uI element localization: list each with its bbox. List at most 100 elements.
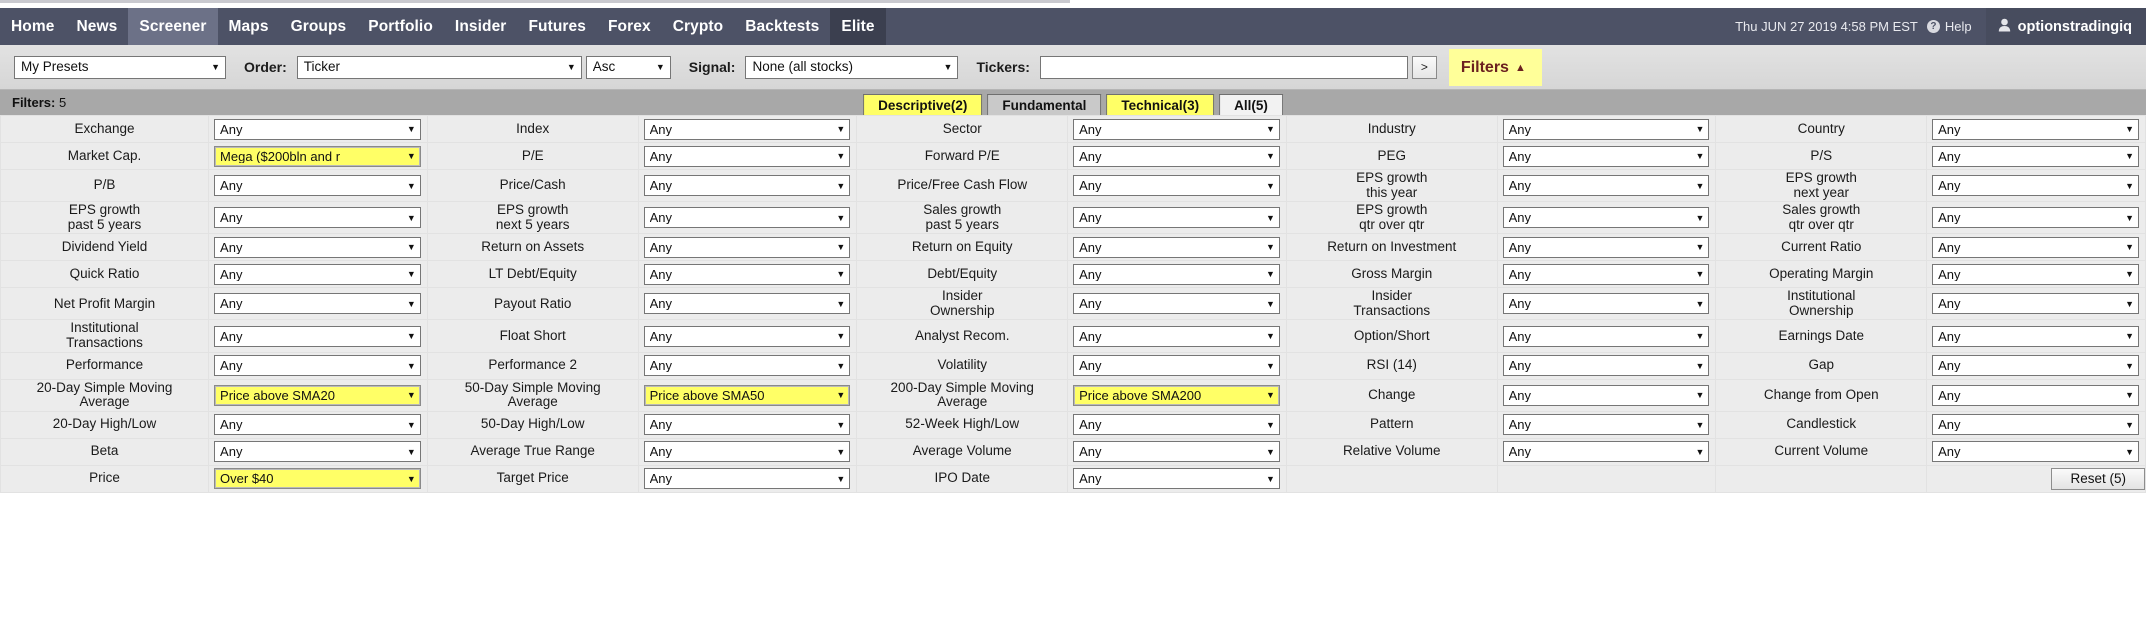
nav-item-backtests[interactable]: Backtests (734, 8, 830, 45)
filter-select[interactable]: Any ▼ (214, 236, 421, 258)
filter-select[interactable]: Any ▼ (1073, 263, 1280, 285)
filter-select[interactable]: Any ▼ (1502, 441, 1710, 463)
presets-select[interactable]: My Presets ▼ (14, 55, 226, 79)
tickers-input[interactable] (1039, 55, 1408, 79)
filter-select[interactable]: Any ▼ (643, 355, 851, 377)
filter-select[interactable]: Any ▼ (1932, 175, 2139, 197)
filter-select[interactable]: Price above SMA200 ▼ (1073, 384, 1280, 406)
filter-select[interactable]: Any ▼ (643, 207, 851, 229)
filters-toggle-button[interactable]: Filters ▲ (1448, 49, 1542, 86)
tab-fundamental[interactable]: Fundamental (987, 94, 1102, 115)
filter-select[interactable]: Any ▼ (1073, 175, 1280, 197)
filter-select[interactable]: Any ▼ (643, 118, 851, 140)
nav-item-screener[interactable]: Screener (128, 8, 218, 45)
filter-select[interactable]: Any ▼ (1502, 236, 1710, 258)
filter-select-value: Any (1938, 240, 1961, 254)
filter-select[interactable]: Any ▼ (214, 263, 421, 285)
filter-select[interactable]: Any ▼ (1502, 175, 1710, 197)
filter-select[interactable]: Any ▼ (1073, 293, 1280, 315)
filter-select[interactable]: Any ▼ (643, 325, 851, 347)
order-direction-select[interactable]: Asc ▼ (585, 55, 671, 79)
tab-descriptive[interactable]: Descriptive(2) (863, 94, 983, 115)
tab-all[interactable]: All(5) (1219, 94, 1283, 115)
chevron-down-icon: ▼ (2125, 360, 2134, 371)
filter-select[interactable]: Over $40 ▼ (214, 468, 421, 490)
filter-select[interactable]: Any ▼ (214, 355, 421, 377)
filter-label: Return on Investment (1285, 233, 1498, 262)
filter-select[interactable]: Any ▼ (1502, 207, 1710, 229)
top-strip-rest (1080, 0, 2146, 3)
reset-cell: Reset (5) (1926, 464, 2146, 493)
filter-select[interactable]: Any ▼ (1073, 355, 1280, 377)
filter-select[interactable]: Any ▼ (643, 145, 851, 167)
nav-item-groups[interactable]: Groups (280, 8, 358, 45)
signal-select[interactable]: None (all stocks) ▼ (745, 55, 959, 79)
nav-item-news[interactable]: News (65, 8, 128, 45)
order-select[interactable]: Ticker ▼ (296, 55, 582, 79)
filter-select[interactable]: Price above SMA50 ▼ (643, 384, 851, 406)
filter-select[interactable]: Any ▼ (1502, 325, 1710, 347)
filter-select[interactable]: Any ▼ (1932, 414, 2139, 436)
filter-select[interactable]: Any ▼ (1502, 355, 1710, 377)
tab-technical[interactable]: Technical(3) (1106, 94, 1215, 115)
filter-select[interactable]: Any ▼ (1932, 207, 2139, 229)
filter-select[interactable]: Any ▼ (214, 293, 421, 315)
filter-value-cell: Mega ($200bln and r ▼ (208, 142, 428, 170)
filter-label: Institutional Transactions (0, 319, 210, 353)
filter-select[interactable]: Any ▼ (643, 441, 851, 463)
filter-select[interactable]: Any ▼ (643, 293, 851, 315)
nav-item-portfolio[interactable]: Portfolio (357, 8, 444, 45)
filter-select[interactable]: Any ▼ (1073, 145, 1280, 167)
filter-select[interactable]: Any ▼ (643, 468, 851, 490)
user-account-menu[interactable]: optionstradingiq (1985, 8, 2146, 45)
filter-select[interactable]: Any ▼ (1932, 236, 2139, 258)
filter-select-value: Any (1508, 329, 1531, 343)
filter-select[interactable]: Any ▼ (1073, 325, 1280, 347)
filter-select[interactable]: Any ▼ (1502, 293, 1710, 315)
filter-select[interactable]: Any ▼ (1073, 236, 1280, 258)
nav-item-home[interactable]: Home (0, 8, 65, 45)
filter-select[interactable]: Any ▼ (643, 414, 851, 436)
filter-select[interactable]: Any ▼ (1932, 355, 2139, 377)
direction-value: Asc (592, 60, 616, 74)
filter-select[interactable]: Any ▼ (214, 118, 421, 140)
filter-select[interactable]: Any ▼ (1932, 384, 2139, 406)
help-link[interactable]: ? Help (1926, 19, 1986, 34)
nav-item-maps[interactable]: Maps (218, 8, 280, 45)
filter-select[interactable]: Any ▼ (1932, 441, 2139, 463)
filter-select[interactable]: Any ▼ (1932, 145, 2139, 167)
filter-select[interactable]: Any ▼ (214, 414, 421, 436)
nav-label: Insider (454, 17, 507, 35)
chevron-down-icon: ▼ (1695, 360, 1705, 371)
filter-select[interactable]: Any ▼ (1502, 118, 1710, 140)
nav-item-futures[interactable]: Futures (517, 8, 597, 45)
filter-select[interactable]: Any ▼ (1073, 441, 1280, 463)
filter-select[interactable]: Any ▼ (1932, 118, 2139, 140)
filter-select[interactable]: Any ▼ (214, 441, 421, 463)
filter-select[interactable]: Any ▼ (1932, 325, 2139, 347)
filter-select[interactable]: Any ▼ (1073, 118, 1280, 140)
filter-select[interactable]: Any ▼ (1073, 207, 1280, 229)
filter-select[interactable]: Any ▼ (1502, 414, 1710, 436)
filter-select[interactable]: Any ▼ (1073, 414, 1280, 436)
filter-select[interactable]: Any ▼ (1502, 145, 1710, 167)
submit-tickers-button[interactable]: > (1411, 55, 1437, 79)
nav-item-forex[interactable]: Forex (597, 8, 662, 45)
filter-select[interactable]: Any ▼ (1073, 468, 1280, 490)
nav-item-insider[interactable]: Insider (444, 8, 518, 45)
filter-select[interactable]: Mega ($200bln and r ▼ (214, 145, 421, 167)
filter-select[interactable]: Any ▼ (1502, 263, 1710, 285)
nav-item-crypto[interactable]: Crypto (662, 8, 735, 45)
filter-select[interactable]: Price above SMA20 ▼ (214, 384, 421, 406)
nav-item-elite[interactable]: Elite (830, 8, 886, 45)
filter-select[interactable]: Any ▼ (1932, 293, 2139, 315)
filter-select[interactable]: Any ▼ (1502, 384, 1710, 406)
filter-select[interactable]: Any ▼ (214, 207, 421, 229)
filter-select[interactable]: Any ▼ (643, 236, 851, 258)
filter-select[interactable]: Any ▼ (643, 175, 851, 197)
filter-select[interactable]: Any ▼ (1932, 263, 2139, 285)
filter-select[interactable]: Any ▼ (643, 263, 851, 285)
filter-select[interactable]: Any ▼ (214, 325, 421, 347)
filter-select[interactable]: Any ▼ (214, 175, 421, 197)
reset-filters-button[interactable]: Reset (5) (2051, 467, 2145, 490)
